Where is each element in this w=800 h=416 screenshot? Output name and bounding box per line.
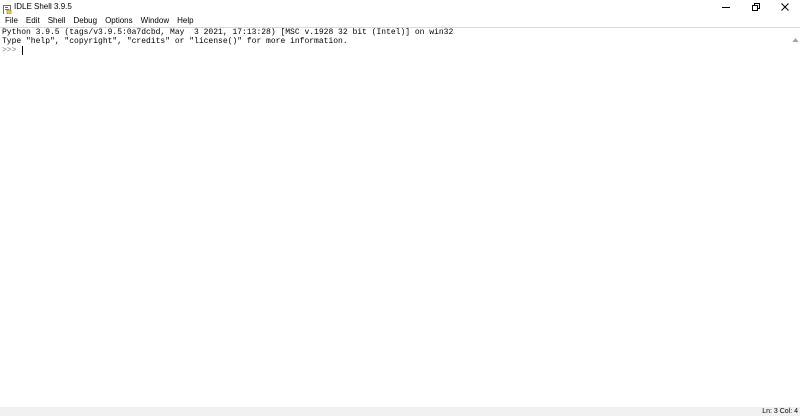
cursor-position: Ln: 3 Col: 4 xyxy=(762,408,798,415)
window-title: IDLE Shell 3.9.5 xyxy=(14,2,72,11)
menu-window[interactable]: Window xyxy=(137,15,173,27)
prompt-line[interactable]: >>> xyxy=(2,46,24,56)
shell-text-area[interactable]: Python 3.9.5 (tags/v3.9.5:0a7dcbd, May 3… xyxy=(0,28,791,407)
title-bar[interactable]: IDLE Shell 3.9.5 xyxy=(0,0,800,15)
menu-edit[interactable]: Edit xyxy=(22,15,44,27)
menu-help[interactable]: Help xyxy=(173,15,197,27)
help-info-line: Type "help", "copyright", "credits" or "… xyxy=(2,37,348,46)
menu-debug[interactable]: Debug xyxy=(69,15,101,27)
idle-shell-window: IDLE Shell 3.9.5 File Edit Shell Debug O… xyxy=(0,0,800,416)
scroll-up-arrow-icon[interactable] xyxy=(792,30,799,42)
minimize-icon xyxy=(721,2,731,12)
idle-app-icon xyxy=(3,2,12,15)
menu-file[interactable]: File xyxy=(1,15,22,27)
menu-options[interactable]: Options xyxy=(101,15,137,27)
scroll-down-arrow-icon[interactable] xyxy=(792,399,799,411)
restore-button[interactable] xyxy=(741,0,771,14)
restore-icon xyxy=(751,2,761,12)
menu-shell[interactable]: Shell xyxy=(44,15,70,27)
close-icon xyxy=(780,2,790,12)
text-cursor xyxy=(22,46,24,56)
vertical-scrollbar[interactable] xyxy=(791,28,800,411)
minimize-button[interactable] xyxy=(711,0,741,14)
close-button[interactable] xyxy=(770,0,800,14)
status-bar: Ln: 3 Col: 4 xyxy=(0,407,800,416)
menu-bar: File Edit Shell Debug Options Window Hel… xyxy=(0,14,800,27)
shell-prompt: >>> xyxy=(2,46,22,55)
